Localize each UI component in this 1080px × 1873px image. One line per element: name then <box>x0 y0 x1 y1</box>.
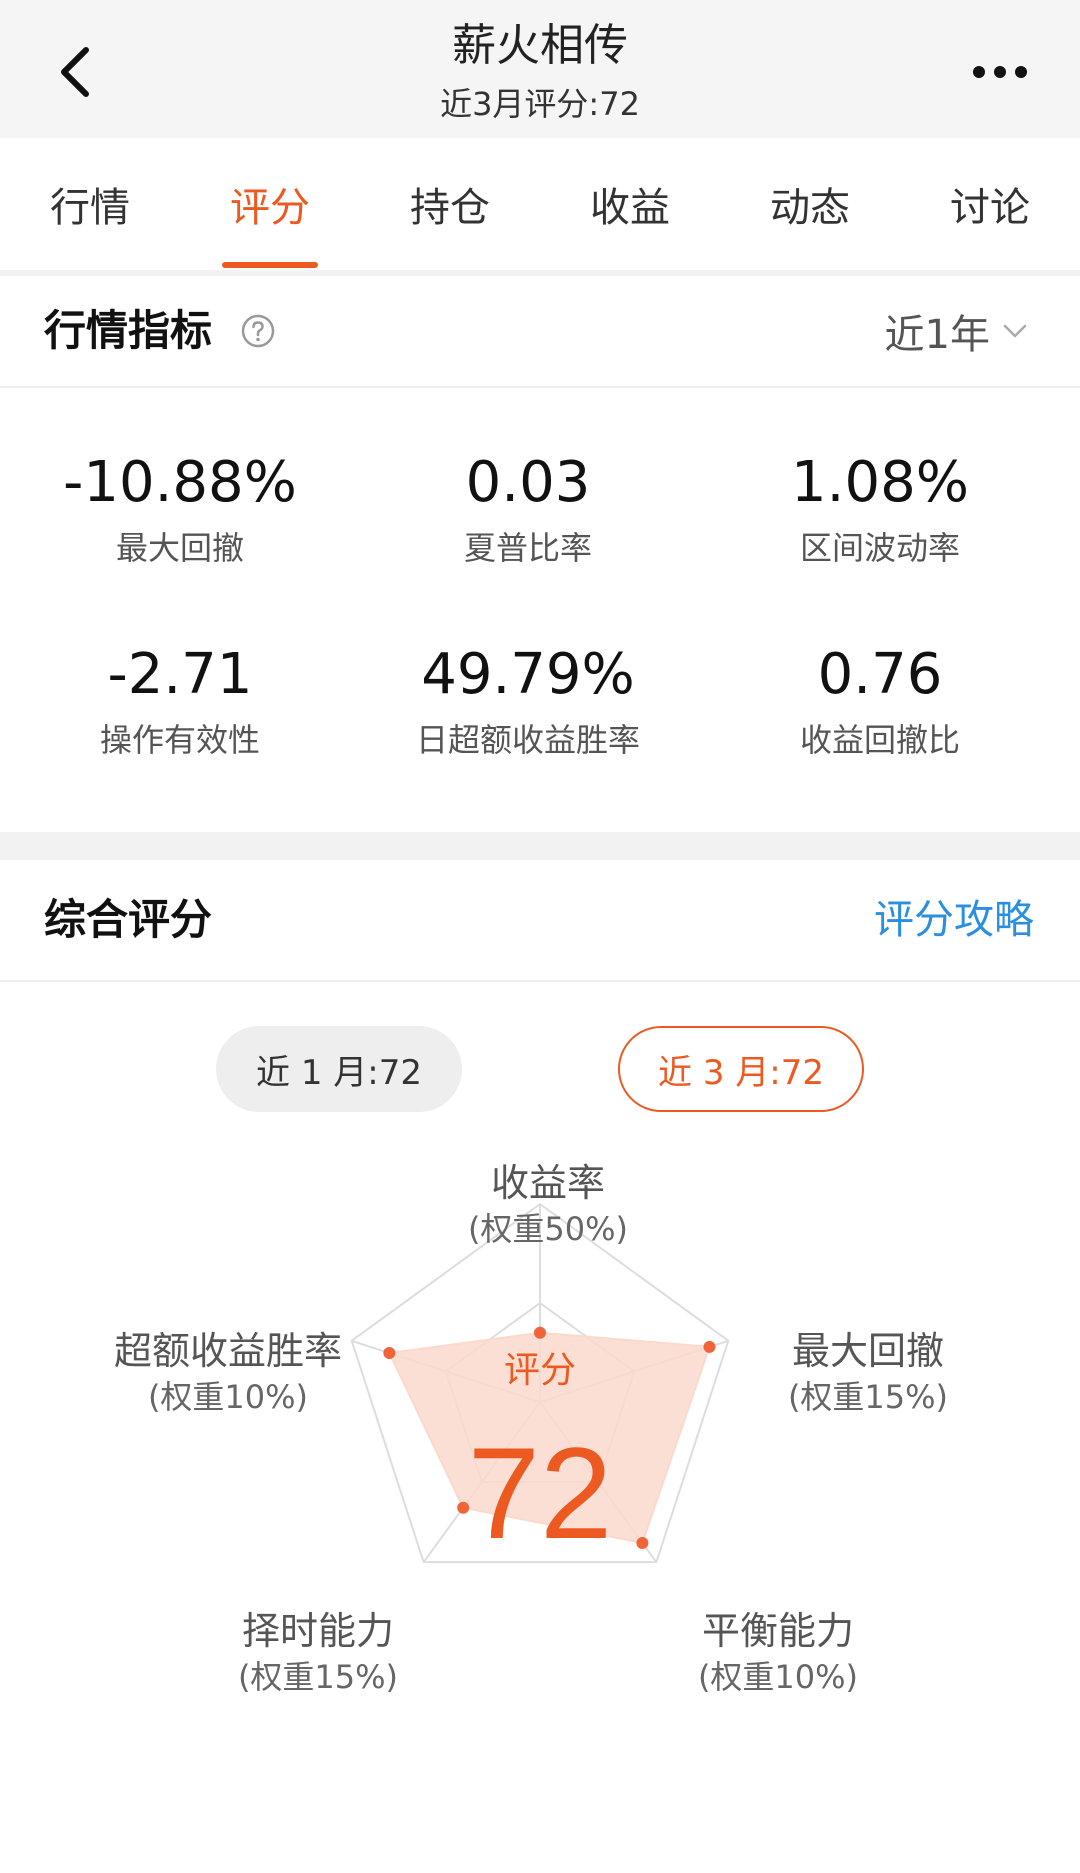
metrics-grid: -10.88% 最大回撤 0.03 夏普比率 1.08% 区间波动率 -2.71… <box>0 388 1080 832</box>
page-title: 薪火相传 <box>452 20 628 71</box>
period-dropdown[interactable]: 近1年 <box>885 276 1028 386</box>
active-tab-indicator <box>222 262 318 268</box>
axis-weight: (权重15%) <box>787 1378 949 1416</box>
tab-returns[interactable]: 收益 <box>540 138 720 270</box>
axis-label-timing: 择时能力 (权重15%) <box>168 1606 468 1698</box>
metric-return-drawdown-ratio: 0.76 收益回撤比 <box>700 640 1060 762</box>
tab-discussion[interactable]: 讨论 <box>900 138 1080 270</box>
radar-point <box>636 1536 649 1549</box>
more-button[interactable] <box>960 42 1040 102</box>
page-subtitle: 近3月评分:72 <box>440 85 640 123</box>
metric-value: 49.79% <box>421 642 635 707</box>
radar-point <box>383 1347 396 1360</box>
help-icon[interactable] <box>240 313 276 349</box>
score-radar-chart: 评分 72 收益率 (权重50%) 最大回撤 (权重15%) 平衡能力 (权重1… <box>0 1140 1080 1740</box>
axis-label-return: 收益率 (权重50%) <box>398 1158 698 1250</box>
axis-name: 超额收益胜率 <box>113 1329 342 1373</box>
more-dots-icon <box>973 66 1027 78</box>
axis-weight: (权重15%) <box>237 1658 399 1696</box>
chevron-down-icon <box>1003 324 1027 338</box>
metric-value: -2.71 <box>107 642 253 707</box>
metric-daily-excess-win-rate: 49.79% 日超额收益胜率 <box>348 640 708 762</box>
section-title: 行情指标 <box>44 306 213 355</box>
metric-value: -10.88% <box>63 450 297 515</box>
section-title: 综合评分 <box>44 895 213 944</box>
metric-value: 0.03 <box>465 450 591 515</box>
metric-label: 区间波动率 <box>799 529 960 567</box>
tab-bar: 行情 评分 持仓 收益 动态 讨论 <box>0 138 1080 276</box>
metric-label: 日超额收益胜率 <box>415 721 640 759</box>
metric-label: 收益回撤比 <box>799 721 960 759</box>
tab-score[interactable]: 评分 <box>180 138 360 270</box>
axis-name: 最大回撤 <box>791 1329 944 1373</box>
metric-value: 1.08% <box>791 450 969 515</box>
period-dropdown-value: 近1年 <box>884 312 990 358</box>
axis-weight: (权重10%) <box>147 1378 309 1416</box>
axis-name: 收益率 <box>490 1161 605 1205</box>
axis-name: 平衡能力 <box>701 1609 854 1653</box>
top-bar: 薪火相传 近3月评分:72 <box>0 0 1080 138</box>
axis-label-balance: 平衡能力 (权重10%) <box>628 1606 928 1698</box>
period-3-month-button[interactable]: 近 3 月:72 <box>618 1026 864 1112</box>
radar-center-label: 评分 <box>504 1349 576 1390</box>
metric-label: 夏普比率 <box>463 529 592 567</box>
metric-label: 最大回撤 <box>115 529 244 567</box>
metric-max-drawdown: -10.88% 最大回撤 <box>0 448 360 570</box>
tab-market[interactable]: 行情 <box>0 138 180 270</box>
axis-label-max-drawdown: 最大回撤 (权重15%) <box>718 1326 1018 1418</box>
axis-weight: (权重50%) <box>467 1210 629 1248</box>
metric-operation-effectiveness: -2.71 操作有效性 <box>0 640 360 762</box>
tab-holdings[interactable]: 持仓 <box>360 138 540 270</box>
metric-volatility: 1.08% 区间波动率 <box>700 448 1060 570</box>
axis-weight: (权重10%) <box>697 1658 859 1696</box>
axis-name: 择时能力 <box>241 1609 394 1653</box>
radar-center-score: 72 <box>468 1420 613 1566</box>
metric-value: 0.76 <box>817 642 943 707</box>
radar-point <box>534 1326 546 1339</box>
radar-point <box>703 1340 716 1353</box>
section-divider <box>0 832 1080 860</box>
composite-score-header: 综合评分 评分攻略 <box>0 860 1080 982</box>
metric-label: 操作有效性 <box>99 721 260 759</box>
score-guide-link[interactable]: 评分攻略 <box>874 860 1034 980</box>
metric-sharpe-ratio: 0.03 夏普比率 <box>348 448 708 570</box>
axis-label-excess-win-rate: 超额收益胜率 (权重10%) <box>78 1326 378 1418</box>
market-indicators-header: 行情指标 近1年 <box>0 276 1080 388</box>
tab-activity[interactable]: 动态 <box>720 138 900 270</box>
period-1-month-button[interactable]: 近 1 月:72 <box>216 1026 462 1112</box>
